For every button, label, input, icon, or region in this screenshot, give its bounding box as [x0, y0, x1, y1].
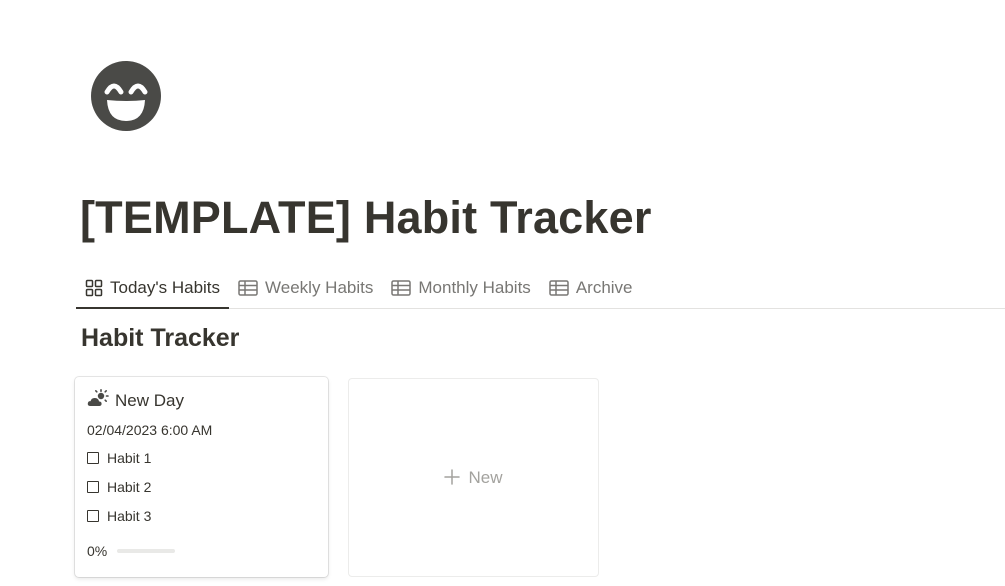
gallery-icon [85, 279, 103, 297]
section-title: Habit Tracker [81, 324, 240, 352]
gallery-card[interactable]: New Day 02/04/2023 6:00 AM Habit 1 Habit… [75, 377, 328, 577]
tab-label: Archive [575, 278, 633, 297]
tab-label: Monthly Habits [418, 278, 531, 297]
tab-monthly-habits[interactable]: Monthly Habits [382, 268, 539, 308]
habit-label: Habit 1 [107, 449, 152, 466]
sun-behind-cloud-icon [87, 388, 109, 414]
habit-checkbox[interactable] [87, 480, 99, 493]
table-icon [391, 280, 412, 296]
habit-item: Habit 1 [87, 448, 316, 467]
tab-archive[interactable]: Archive [540, 268, 642, 308]
new-card-label: New [468, 467, 503, 487]
tab-todays-habits[interactable]: Today's Habits [76, 268, 230, 309]
table-icon [238, 280, 258, 296]
progress-bar [117, 549, 176, 553]
plus-icon [444, 467, 461, 489]
page-title[interactable]: [TEMPLATE] Habit Tracker [80, 192, 652, 244]
habit-item: Habit 2 [87, 477, 316, 496]
progress-label: 0% [87, 543, 108, 559]
card-date: 02/04/2023 6:00 AM [87, 422, 213, 438]
tab-label: Today's Habits [110, 278, 221, 297]
tab-label: Weekly Habits [265, 278, 374, 297]
habit-checkbox[interactable] [87, 451, 99, 464]
view-tabs: Today's Habits Weekly Habits Monthly Hab… [76, 268, 1005, 309]
habit-label: Habit 2 [107, 478, 152, 495]
habit-item: Habit 3 [87, 506, 316, 525]
card-title-row: New Day [87, 388, 316, 414]
progress-row: 0% [87, 543, 316, 559]
habit-checkbox[interactable] [87, 509, 99, 522]
tab-weekly-habits[interactable]: Weekly Habits [229, 268, 382, 308]
habit-label: Habit 3 [107, 507, 152, 524]
table-icon [549, 280, 569, 296]
card-title: New Day [115, 391, 184, 410]
grinning-face-icon[interactable] [90, 60, 162, 132]
new-card-button[interactable]: New [348, 378, 599, 577]
